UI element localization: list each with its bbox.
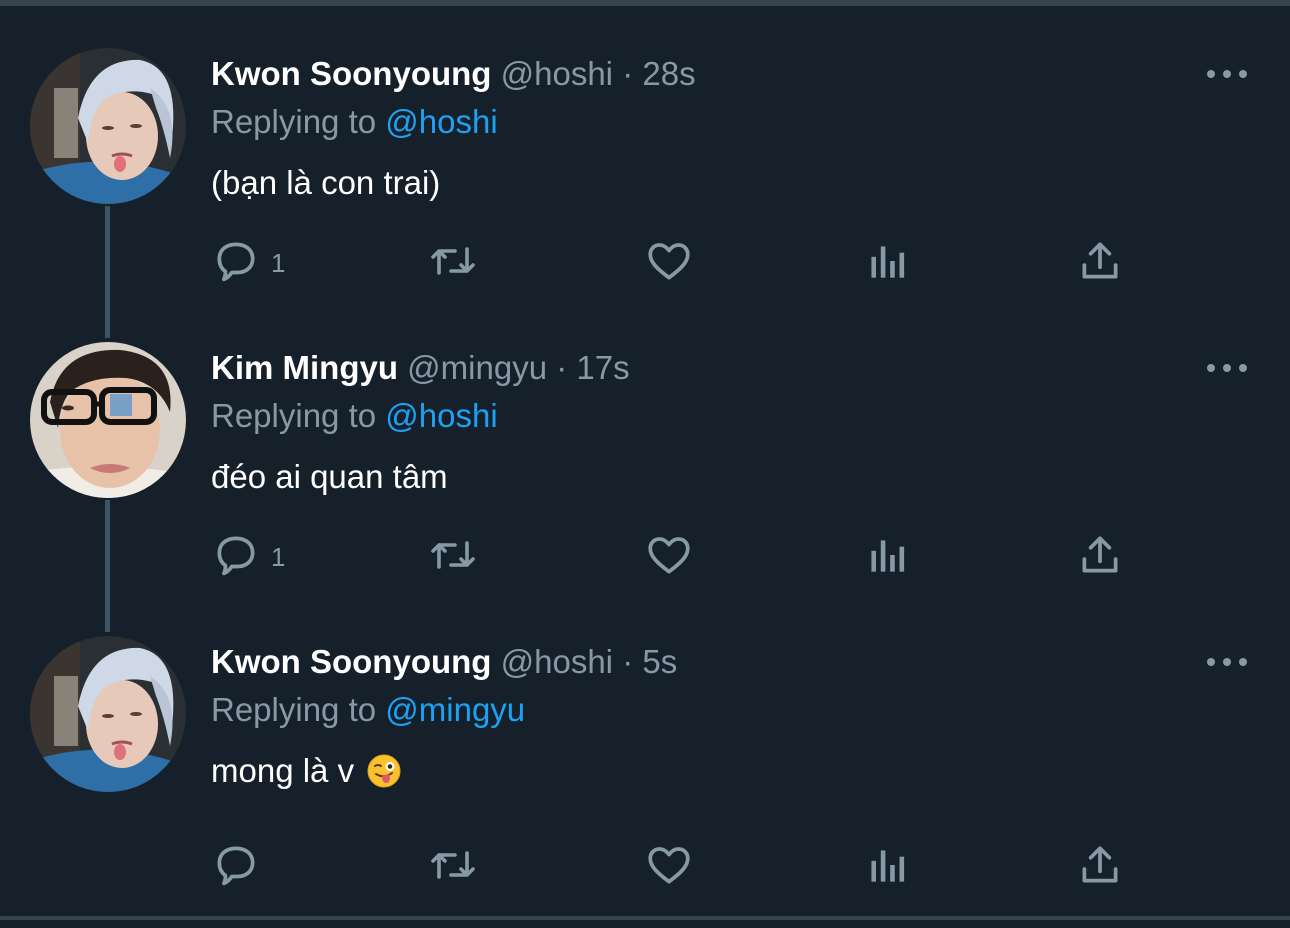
reply-button[interactable]: 1	[211, 238, 285, 288]
handle[interactable]: @hoshi	[501, 55, 613, 92]
share-icon	[1075, 236, 1125, 291]
tweet-text: (bạn là con trai)	[211, 164, 441, 201]
retweet-button[interactable]	[425, 532, 481, 582]
tweet-header: Kwon Soonyoung @hoshi · 5s	[211, 642, 677, 682]
tweet[interactable]: Kwon Soonyoung @hoshi · 5s Replying to @…	[0, 636, 1290, 906]
tweet-actions	[211, 842, 1151, 892]
tweet-actions: 1	[211, 238, 1151, 288]
replying-to: Replying to @hoshi	[211, 396, 498, 436]
bottom-strip	[0, 920, 1290, 928]
tweet-header: Kwon Soonyoung @hoshi · 28s	[211, 54, 696, 94]
analytics-button[interactable]	[861, 238, 911, 288]
replying-label: Replying to	[211, 691, 377, 728]
replying-label: Replying to	[211, 397, 377, 434]
analytics-icon	[861, 236, 911, 291]
avatar[interactable]	[30, 342, 186, 498]
reply-icon	[211, 530, 261, 585]
tweet-text: mong là v	[211, 750, 401, 798]
display-name[interactable]: Kim Mingyu	[211, 349, 398, 386]
like-button[interactable]	[644, 238, 694, 288]
timestamp[interactable]: 5s	[642, 643, 677, 680]
retweet-icon	[425, 236, 481, 291]
replying-to: Replying to @hoshi	[211, 102, 498, 142]
mention-link[interactable]: @hoshi	[385, 103, 497, 140]
display-name[interactable]: Kwon Soonyoung	[211, 55, 491, 92]
reply-icon	[211, 236, 261, 291]
tweet-text: đéo ai quan tâm	[211, 458, 448, 495]
like-icon	[644, 840, 694, 895]
tweet-text-content: mong là v	[211, 752, 355, 789]
mention-link[interactable]: @hoshi	[385, 397, 497, 434]
tweet-actions: 1	[211, 532, 1151, 582]
avatar[interactable]	[30, 636, 186, 792]
retweet-button[interactable]	[425, 238, 481, 288]
separator: ·	[622, 643, 634, 680]
share-button[interactable]	[1075, 238, 1125, 288]
like-button[interactable]	[644, 842, 694, 892]
display-name[interactable]: Kwon Soonyoung	[211, 643, 491, 680]
reply-icon	[211, 840, 261, 895]
analytics-icon	[861, 530, 911, 585]
timestamp[interactable]: 28s	[642, 55, 695, 92]
analytics-icon	[861, 840, 911, 895]
share-icon	[1075, 530, 1125, 585]
more-options-icon[interactable]	[1204, 64, 1250, 84]
separator: ·	[556, 349, 568, 386]
like-button[interactable]	[644, 532, 694, 582]
top-divider	[0, 0, 1290, 6]
replying-label: Replying to	[211, 103, 377, 140]
share-button[interactable]	[1075, 842, 1125, 892]
more-options-icon[interactable]	[1204, 358, 1250, 378]
separator: ·	[622, 55, 634, 92]
tweet-header: Kim Mingyu @mingyu · 17s	[211, 348, 630, 388]
reply-button[interactable]	[211, 842, 271, 892]
more-options-icon[interactable]	[1204, 652, 1250, 672]
handle[interactable]: @mingyu	[407, 349, 547, 386]
like-icon	[644, 530, 694, 585]
avatar[interactable]	[30, 48, 186, 204]
retweet-icon	[425, 840, 481, 895]
mention-link[interactable]: @mingyu	[385, 691, 525, 728]
tweet-thread: Kwon Soonyoung @hoshi · 28s Replying to …	[0, 0, 1290, 928]
timestamp[interactable]: 17s	[576, 349, 629, 386]
analytics-button[interactable]	[861, 532, 911, 582]
tweet[interactable]: Kim Mingyu @mingyu · 17s Replying to @ho…	[0, 342, 1290, 602]
tweet[interactable]: Kwon Soonyoung @hoshi · 28s Replying to …	[0, 48, 1290, 308]
reply-button[interactable]: 1	[211, 532, 285, 582]
share-button[interactable]	[1075, 532, 1125, 582]
reply-count: 1	[271, 247, 286, 278]
retweet-button[interactable]	[425, 842, 481, 892]
handle[interactable]: @hoshi	[501, 643, 613, 680]
analytics-button[interactable]	[861, 842, 911, 892]
replying-to: Replying to @mingyu	[211, 690, 525, 730]
share-icon	[1075, 840, 1125, 895]
reply-count: 1	[271, 541, 286, 572]
winking-face-with-tongue-emoji	[367, 754, 401, 798]
retweet-icon	[425, 530, 481, 585]
like-icon	[644, 236, 694, 291]
